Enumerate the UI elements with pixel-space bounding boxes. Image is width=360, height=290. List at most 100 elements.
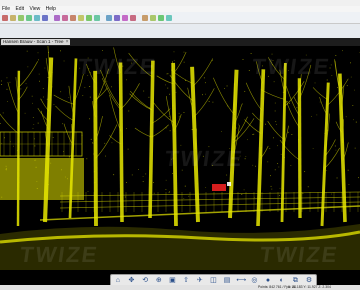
- point: [42, 88, 44, 89]
- point: [34, 138, 35, 140]
- zoom-icon[interactable]: ⊕: [154, 276, 163, 285]
- tree-branch: [55, 105, 74, 121]
- clip-plane-icon[interactable]: ▤: [223, 276, 232, 285]
- point: [92, 153, 94, 155]
- point: [250, 53, 252, 55]
- tree-branch: [192, 58, 214, 87]
- point: [36, 188, 38, 189]
- point: [63, 151, 64, 152]
- point: [277, 163, 279, 165]
- fence-rail: [59, 201, 360, 209]
- point: [167, 87, 169, 89]
- grid-icon[interactable]: [150, 14, 156, 21]
- paste-icon[interactable]: [70, 14, 76, 21]
- copy-icon[interactable]: [62, 14, 68, 21]
- point: [93, 171, 95, 173]
- move-icon[interactable]: [86, 14, 92, 21]
- tree-branch: [18, 86, 28, 100]
- point: [358, 177, 359, 179]
- point: [354, 89, 355, 91]
- print-icon[interactable]: [26, 14, 32, 21]
- point-size-icon[interactable]: ●: [264, 276, 273, 285]
- point: [212, 101, 214, 103]
- point: [111, 86, 113, 88]
- point: [82, 95, 84, 97]
- tree-branch: [312, 87, 328, 100]
- point: [280, 153, 282, 155]
- selection-marker: [212, 184, 226, 191]
- point: [175, 91, 177, 93]
- point: [337, 87, 338, 88]
- close-icon[interactable]: ×: [66, 39, 69, 45]
- point: [10, 141, 11, 143]
- new-file-icon[interactable]: [2, 14, 8, 21]
- point: [355, 121, 357, 123]
- redo-icon[interactable]: [42, 14, 48, 21]
- orbit-icon[interactable]: ⟲: [141, 276, 150, 285]
- point: [298, 139, 300, 141]
- tab-scan-view[interactable]: Hansen Brauw - Scan 1 - Tree ×: [1, 39, 70, 45]
- measure-distance-icon[interactable]: ⟷: [236, 276, 246, 285]
- fit-icon[interactable]: [130, 14, 136, 21]
- point: [68, 156, 70, 158]
- point: [81, 134, 83, 136]
- measure-icon[interactable]: [106, 14, 112, 21]
- point: [183, 51, 185, 53]
- point: [326, 170, 328, 171]
- point: [87, 191, 89, 192]
- pan-icon[interactable]: ✥: [127, 276, 136, 285]
- point: [36, 181, 38, 182]
- select-icon[interactable]: [78, 14, 84, 21]
- point: [26, 50, 28, 52]
- point: [38, 59, 39, 61]
- cut-icon[interactable]: [54, 14, 60, 21]
- point: [0, 123, 1, 124]
- save-icon[interactable]: [18, 14, 24, 21]
- point: [260, 97, 262, 99]
- point: [314, 82, 316, 84]
- point: [341, 50, 343, 52]
- open-folder-icon[interactable]: [10, 14, 16, 21]
- point: [202, 94, 203, 96]
- point: [35, 159, 37, 161]
- color-mode-icon[interactable]: ◐: [277, 276, 286, 285]
- settings-icon[interactable]: [158, 14, 164, 21]
- point: [287, 131, 289, 133]
- point: [271, 188, 273, 190]
- point: [43, 96, 44, 98]
- point: [341, 139, 343, 141]
- watermark: TWIZE: [250, 54, 333, 79]
- lookat-icon[interactable]: ◎: [250, 276, 259, 285]
- point: [18, 182, 20, 183]
- point: [7, 100, 8, 102]
- help-icon[interactable]: [166, 14, 172, 21]
- undo-icon[interactable]: [34, 14, 40, 21]
- point: [6, 88, 8, 90]
- tree-trunk: [320, 82, 330, 227]
- zoom-out-icon[interactable]: [122, 14, 128, 21]
- point: [51, 86, 53, 88]
- point: [247, 139, 248, 141]
- watermark: TWIZE: [76, 54, 159, 79]
- point-cloud-viewport[interactable]: TWIZE TWIZE TWIZE TWIZE TWIZE: [0, 46, 360, 270]
- point: [278, 166, 280, 168]
- point: [1, 84, 3, 85]
- section-box-icon[interactable]: ◫: [209, 276, 218, 285]
- settings-icon[interactable]: ⚙: [305, 276, 314, 285]
- point: [254, 196, 255, 198]
- point: [174, 65, 176, 67]
- layer-icon[interactable]: [142, 14, 148, 21]
- screenshot-icon[interactable]: ⧉: [291, 276, 300, 285]
- point: [304, 171, 306, 173]
- point: [169, 191, 170, 193]
- point: [153, 182, 154, 183]
- fly-icon[interactable]: ✈: [195, 276, 204, 285]
- tree-branch: [285, 85, 300, 117]
- walk-icon[interactable]: ⇧: [182, 276, 191, 285]
- home-view-icon[interactable]: ⌂: [113, 276, 122, 285]
- rotate-icon[interactable]: [94, 14, 100, 21]
- zoom-in-icon[interactable]: [114, 14, 120, 21]
- point: [153, 192, 155, 194]
- point: [64, 176, 66, 178]
- zoom-window-icon[interactable]: ▣: [168, 276, 177, 285]
